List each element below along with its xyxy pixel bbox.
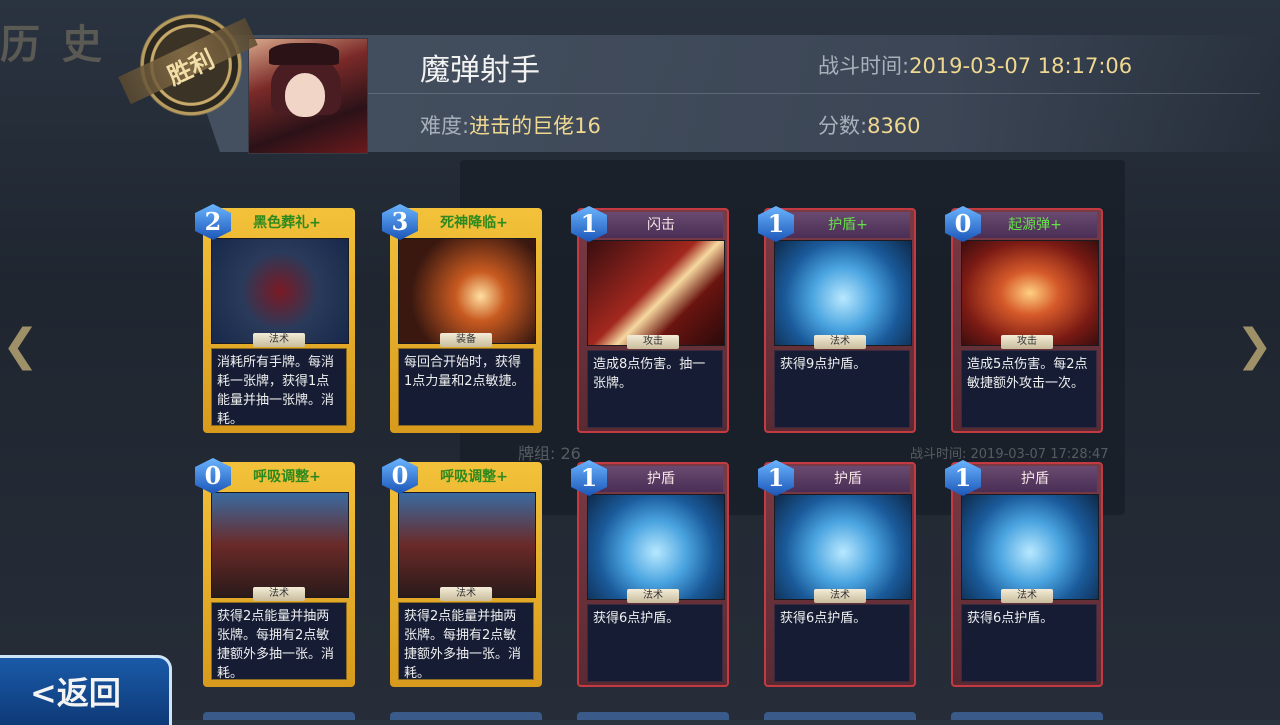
character-portrait [248, 38, 368, 154]
card-art [211, 238, 349, 344]
deck-card[interactable]: 护盾 法术 获得6点护盾。 1 [945, 460, 1103, 687]
card-type-tag: 攻击 [1001, 335, 1053, 349]
deck-card[interactable]: 呼吸调整+ 法术 获得2点能量并抽两张牌。每拥有2点敏捷额外多抽一张。消耗。 0 [382, 458, 542, 687]
score-row: 分数:8360 [818, 110, 921, 140]
card-description: 造成5点伤害。每2点敏捷额外攻击一次。 [961, 350, 1097, 428]
card-title: 黑色葬礼+ [253, 215, 321, 231]
card-title: 护盾+ [786, 212, 910, 238]
deck-card[interactable]: 护盾 法术 获得6点护盾。 1 [571, 460, 729, 687]
card-type-tag: 法术 [814, 335, 866, 349]
card-description: 获得6点护盾。 [961, 604, 1097, 682]
score-value: 8360 [867, 114, 921, 138]
prev-page-arrow-icon[interactable]: ❮ [2, 320, 42, 380]
card-description: 每回合开始时，获得1点力量和2点敏捷。 [398, 348, 534, 426]
card-row-peek [203, 712, 355, 720]
card-art [398, 238, 536, 344]
card-type-tag: 法术 [1001, 589, 1053, 603]
card-title: 护盾 [973, 466, 1097, 492]
card-description: 获得6点护盾。 [774, 604, 910, 682]
card-title: 护盾 [786, 466, 910, 492]
card-type-tag: 法术 [627, 589, 679, 603]
card-art [774, 240, 912, 346]
card-art [211, 492, 349, 598]
back-button-label: <返回 [30, 674, 121, 712]
card-title: 死神降临+ [440, 215, 508, 231]
card-art [587, 494, 725, 600]
card-row-peek [577, 712, 729, 720]
difficulty-label: 难度: [420, 114, 470, 138]
battle-time-label: 战斗时间: [818, 54, 910, 78]
card-description: 获得9点护盾。 [774, 350, 910, 428]
card-type-tag: 法术 [814, 589, 866, 603]
card-row-peek [764, 712, 916, 720]
card-type-tag: 装备 [440, 333, 492, 347]
score-label: 分数: [818, 114, 868, 138]
deck-card[interactable]: 闪击 攻击 造成8点伤害。抽一张牌。 1 [571, 206, 729, 433]
card-description: 获得2点能量并抽两张牌。每拥有2点敏捷额外多抽一张。消耗。 [211, 602, 347, 680]
card-art [398, 492, 536, 598]
card-type-tag: 攻击 [627, 335, 679, 349]
card-art [774, 494, 912, 600]
card-description: 消耗所有手牌。每消耗一张牌，获得1点能量并抽一张牌。消耗。 [211, 348, 347, 426]
deck-card[interactable]: 起源弹+ 攻击 造成5点伤害。每2点敏捷额外攻击一次。 0 [945, 206, 1103, 433]
battle-time-row: 战斗时间:2019-03-07 18:17:06 [818, 50, 1132, 80]
back-button[interactable]: <返回 [0, 655, 172, 725]
difficulty-value: 进击的巨佬16 [469, 114, 601, 138]
background-battle-time: 战斗时间: 2019-03-07 17:28:47 [910, 447, 1109, 462]
battle-time-value: 2019-03-07 18:17:06 [909, 54, 1133, 78]
card-row-peek [390, 712, 542, 720]
card-title: 呼吸调整+ [253, 469, 321, 485]
card-title: 起源弹+ [973, 212, 1097, 238]
card-type-tag: 法术 [440, 587, 492, 601]
card-type-tag: 法术 [253, 587, 305, 601]
character-name: 魔弹射手 [420, 53, 540, 88]
card-description: 获得6点护盾。 [587, 604, 723, 682]
card-row-peek [951, 712, 1103, 720]
card-title: 呼吸调整+ [440, 469, 508, 485]
deck-card[interactable]: 死神降临+ 装备 每回合开始时，获得1点力量和2点敏捷。 3 [382, 204, 542, 433]
card-type-tag: 法术 [253, 333, 305, 347]
background-deck-label: 牌组: 26 [518, 444, 581, 463]
card-description: 造成8点伤害。抽一张牌。 [587, 350, 723, 428]
card-title: 护盾 [599, 466, 723, 492]
deck-card[interactable]: 护盾+ 法术 获得9点护盾。 1 [758, 206, 916, 433]
deck-card[interactable]: 呼吸调整+ 法术 获得2点能量并抽两张牌。每拥有2点敏捷额外多抽一张。消耗。 0 [195, 458, 355, 687]
card-description: 获得2点能量并抽两张牌。每拥有2点敏捷额外多抽一张。消耗。 [398, 602, 534, 680]
difficulty-row: 难度:进击的巨佬16 [420, 110, 601, 140]
card-art [587, 240, 725, 346]
deck-card[interactable]: 护盾 法术 获得6点护盾。 1 [758, 460, 916, 687]
card-art [961, 240, 1099, 346]
card-title: 闪击 [599, 212, 723, 238]
header-divider [360, 93, 1260, 94]
deck-card[interactable]: 黑色葬礼+ 法术 消耗所有手牌。每消耗一张牌，获得1点能量并抽一张牌。消耗。 2 [195, 204, 355, 433]
next-page-arrow-icon[interactable]: ❯ [1236, 320, 1276, 380]
card-art [961, 494, 1099, 600]
